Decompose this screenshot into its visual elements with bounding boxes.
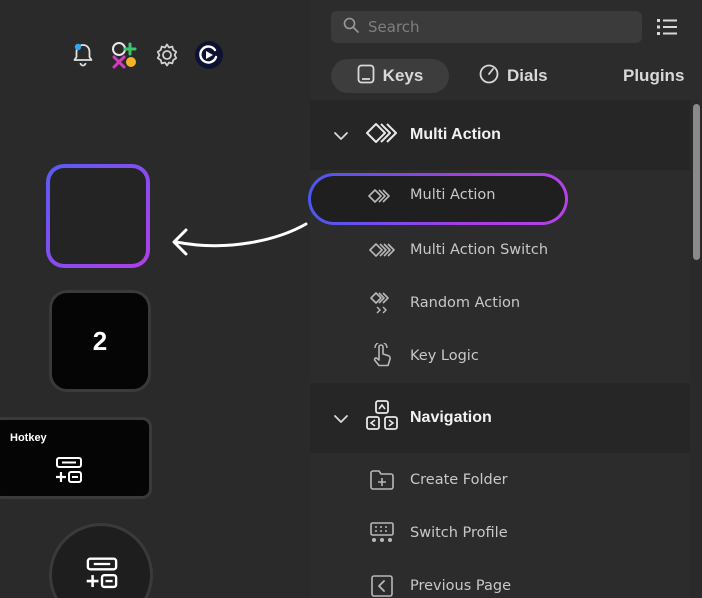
section-header-multi-action[interactable]: Multi Action [310,100,690,170]
action-label: Random Action [410,294,521,311]
multi-action-icon [365,121,399,149]
action-panel: Keys Dials Plugins Multi Ac [310,0,702,598]
dial-icon [479,64,499,89]
folder-add-icon [368,466,396,494]
action-item-multi-action-switch[interactable]: Multi Action Switch [310,223,690,276]
scrollbar[interactable] [690,100,702,598]
multi-action-icon [368,183,394,208]
action-item-random-action[interactable]: Random Action [310,276,690,329]
key-number-label: 2 [92,325,108,356]
navigation-list: Create Folder Switch Profile Previous Pa… [310,453,690,598]
action-item-key-logic[interactable]: Key Logic [310,329,690,382]
hotkey-icon [52,456,86,490]
hotkey-icon [82,556,122,596]
elgato-logo-icon[interactable] [194,40,224,70]
navigation-icon [365,399,399,437]
scrollbar-thumb[interactable] [693,104,700,260]
color-apps-icon[interactable] [110,40,140,70]
top-toolbar [68,40,224,70]
action-label: Create Folder [410,471,508,488]
action-label: Previous Page [410,577,511,594]
chevron-down-icon[interactable] [333,126,349,145]
highlighted-action[interactable]: Multi Action [310,170,570,223]
list-view-icon[interactable] [656,17,678,41]
search-icon [331,17,359,37]
gear-icon[interactable] [152,40,182,70]
tab-keys[interactable]: Keys [331,59,449,93]
category-tabs: Keys Dials Plugins [331,59,684,93]
tab-dials[interactable]: Dials [465,59,565,93]
action-item-create-folder[interactable]: Create Folder [310,453,690,506]
action-item-switch-profile[interactable]: Switch Profile [310,506,690,559]
empty-key-slot[interactable] [46,164,150,268]
numbered-key[interactable]: 2 [49,290,151,392]
drag-arrow-icon [168,218,313,267]
multi-action-switch-icon [368,236,396,264]
section-header-navigation[interactable]: Navigation [310,383,690,453]
action-label: Key Logic [410,347,479,364]
hotkey-key[interactable]: Hotkey [0,417,152,499]
dial-slot[interactable] [49,523,153,598]
key-canvas: 2 Hotkey [0,0,310,598]
hand-tap-icon [368,342,396,370]
section-title: Navigation [410,409,492,426]
action-label: Multi Action [410,187,496,203]
section-title: Multi Action [410,126,501,143]
hotkey-label: Hotkey [10,432,47,444]
switch-profile-icon [368,519,396,547]
action-label: Switch Profile [410,524,508,541]
bell-icon[interactable] [68,40,98,70]
key-square-icon [357,64,375,89]
previous-page-icon [368,572,396,598]
search-bar[interactable] [331,11,642,43]
action-item-previous-page[interactable]: Previous Page [310,559,690,598]
chevron-down-icon[interactable] [333,409,349,428]
search-input[interactable] [368,18,618,36]
action-label: Multi Action Switch [410,241,549,258]
random-action-icon [368,289,396,317]
tab-plugins[interactable]: Plugins [609,59,698,93]
